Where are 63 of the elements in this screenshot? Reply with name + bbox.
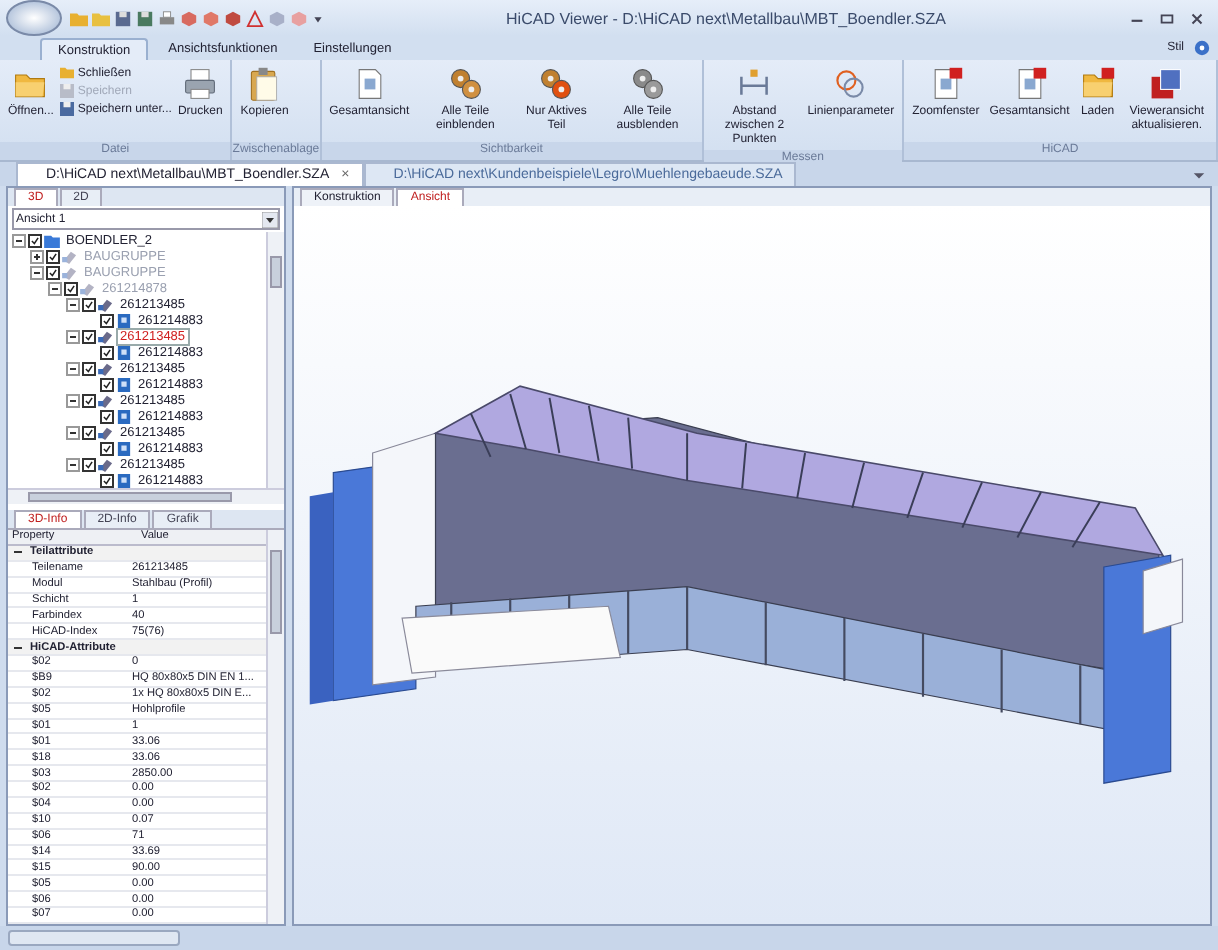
app-menu-button[interactable] xyxy=(6,0,62,36)
expand-toggle[interactable] xyxy=(66,297,80,311)
checkbox[interactable] xyxy=(100,441,114,455)
checkbox[interactable] xyxy=(28,233,42,247)
expand-toggle[interactable] xyxy=(12,233,26,247)
part-icon xyxy=(116,377,132,391)
expand-toggle[interactable] xyxy=(66,393,80,407)
folder-icon xyxy=(44,233,60,247)
checkbox[interactable] xyxy=(82,329,96,343)
printer-icon xyxy=(182,66,219,102)
gears-icon xyxy=(447,66,484,102)
assembly-icon xyxy=(98,393,114,407)
scrollbar[interactable] xyxy=(266,530,284,924)
assembly-icon xyxy=(98,361,114,375)
checkbox[interactable] xyxy=(46,249,60,263)
part-icon xyxy=(116,473,132,487)
refresh-icon xyxy=(1148,66,1185,102)
maximize-icon[interactable] xyxy=(1158,9,1176,27)
window-title: HiCAD Viewer - D:\HiCAD next\Metallbau\MBT_Boendler.SZA xyxy=(504,9,948,27)
save-icon[interactable] xyxy=(136,9,154,27)
checkbox[interactable] xyxy=(82,361,96,375)
gear-icon xyxy=(538,66,575,102)
checkbox[interactable] xyxy=(46,265,60,279)
collapse-icon[interactable] xyxy=(12,641,24,654)
save-icon[interactable] xyxy=(114,9,132,27)
checkbox[interactable] xyxy=(100,345,114,359)
printer-icon[interactable] xyxy=(158,9,176,27)
expand-toggle[interactable] xyxy=(66,361,80,375)
caret-icon[interactable] xyxy=(262,211,278,227)
checkbox[interactable] xyxy=(100,473,114,487)
expand-toggle[interactable] xyxy=(30,265,44,279)
assembly-icon xyxy=(98,425,114,439)
checkbox[interactable] xyxy=(82,457,96,471)
folder-icon xyxy=(1079,66,1116,102)
save-icon xyxy=(59,102,74,116)
help-icon[interactable] xyxy=(1194,40,1210,56)
circles-icon xyxy=(832,66,869,102)
expand-toggle[interactable] xyxy=(66,329,80,343)
part-icon xyxy=(116,441,132,455)
checkbox[interactable] xyxy=(100,377,114,391)
clipboard-icon xyxy=(246,66,283,102)
close-icon[interactable] xyxy=(1188,9,1206,27)
folder-icon xyxy=(59,66,74,80)
part-icon xyxy=(116,313,132,327)
checkbox[interactable] xyxy=(100,409,114,423)
expand-toggle[interactable] xyxy=(48,281,62,295)
scrollbar[interactable] xyxy=(266,232,284,488)
checkbox[interactable] xyxy=(100,313,114,327)
checkbox[interactable] xyxy=(82,425,96,439)
collapse-icon[interactable] xyxy=(12,546,24,559)
expand-toggle[interactable] xyxy=(66,425,80,439)
assembly-icon xyxy=(98,457,114,471)
assembly-icon xyxy=(98,329,114,343)
expand-toggle[interactable] xyxy=(30,249,44,263)
triangle-icon[interactable] xyxy=(246,9,264,27)
expand-toggle[interactable] xyxy=(66,457,80,471)
checkbox[interactable] xyxy=(64,281,78,295)
scrollbar[interactable] xyxy=(8,488,284,504)
checkbox[interactable] xyxy=(82,393,96,407)
checkbox[interactable] xyxy=(82,297,96,311)
save-icon xyxy=(59,84,74,98)
part-icon xyxy=(116,409,132,423)
gears-icon xyxy=(629,66,666,102)
